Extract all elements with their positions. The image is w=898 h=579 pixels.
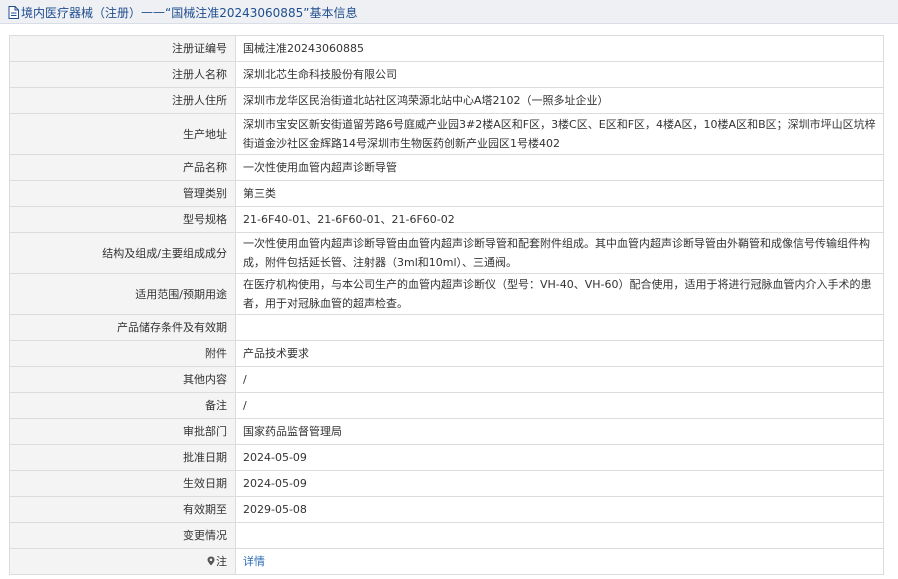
field-label: 注册证编号 (9, 35, 236, 62)
field-value: 在医疗机构使用，与本公司生产的血管内超声诊断仪（型号：VH-40、VH-60）配… (235, 273, 884, 315)
header-title: 境内医疗器械（注册） —— “国械注准20243060885” 基本信息 (8, 4, 357, 20)
field-value: 第三类 (235, 180, 884, 207)
note-value-cell: 详情 (235, 548, 884, 575)
field-value: 一次性使用血管内超声诊断导管 (235, 154, 884, 181)
field-value: 深圳市宝安区新安街道留芳路6号庭威产业园3#2楼A区和F区，3楼C区、E区和F区… (235, 113, 884, 155)
table-row: 产品名称 一次性使用血管内超声诊断导管 (9, 154, 884, 181)
field-label: 备注 (9, 392, 236, 419)
field-value: 国家药品监督管理局 (235, 418, 884, 445)
field-value: / (235, 392, 884, 419)
field-value: 2024-05-09 (235, 444, 884, 471)
field-label: 生产地址 (9, 113, 236, 155)
field-label: 产品储存条件及有效期 (9, 314, 236, 341)
field-label: 变更情况 (9, 522, 236, 549)
field-value: 2029-05-08 (235, 496, 884, 523)
table-row: 注册证编号 国械注准20243060885 (9, 35, 884, 62)
field-value: 国械注准20243060885 (235, 35, 884, 62)
table-row: 适用范围/预期用途 在医疗机构使用，与本公司生产的血管内超声诊断仪（型号：VH-… (9, 273, 884, 315)
note-label: 注 (216, 555, 227, 568)
table-row-note: 注 详情 (9, 548, 884, 575)
field-label: 批准日期 (9, 444, 236, 471)
field-label: 生效日期 (9, 470, 236, 497)
field-label: 产品名称 (9, 154, 236, 181)
record-title: “国械注准20243060885” (165, 5, 310, 20)
field-label: 适用范围/预期用途 (9, 273, 236, 315)
field-label: 其他内容 (9, 366, 236, 393)
table-row: 备注 / (9, 392, 884, 419)
table-row: 管理类别 第三类 (9, 180, 884, 207)
basic-info-table: 注册证编号 国械注准20243060885 注册人名称 深圳北芯生命科技股份有限… (9, 35, 884, 575)
breadcrumb-category: 境内医疗器械（注册） (21, 5, 142, 20)
table-row: 批准日期 2024-05-09 (9, 444, 884, 471)
table-row: 有效期至 2029-05-08 (9, 496, 884, 523)
title-suffix: 基本信息 (309, 5, 358, 20)
table-row: 注册人住所 深圳市龙华区民治街道北站社区鸿荣源北站中心A塔2102（一照多址企业… (9, 87, 884, 114)
field-value: 2024-05-09 (235, 470, 884, 497)
table-row: 审批部门 国家药品监督管理局 (9, 418, 884, 445)
field-value: 深圳北芯生命科技股份有限公司 (235, 61, 884, 88)
field-label: 型号规格 (9, 206, 236, 233)
field-label: 结构及组成/主要组成成分 (9, 232, 236, 274)
field-label: 管理类别 (9, 180, 236, 207)
field-value: 21-6F40-01、21-6F60-01、21-6F60-02 (235, 206, 884, 233)
field-value (235, 522, 884, 549)
field-value: / (235, 366, 884, 393)
details-link[interactable]: 详情 (243, 555, 265, 568)
field-value (235, 314, 884, 341)
table-row: 型号规格 21-6F40-01、21-6F60-01、21-6F60-02 (9, 206, 884, 233)
table-row: 结构及组成/主要组成成分 一次性使用血管内超声诊断导管由血管内超声诊断导管和配套… (9, 232, 884, 274)
field-value: 深圳市龙华区民治街道北站社区鸿荣源北站中心A塔2102（一照多址企业） (235, 87, 884, 114)
field-value: 一次性使用血管内超声诊断导管由血管内超声诊断导管和配套附件组成。其中血管内超声诊… (235, 232, 884, 274)
location-pin-icon (207, 553, 215, 566)
note-label-cell: 注 (9, 548, 236, 575)
field-label: 有效期至 (9, 496, 236, 523)
table-row: 生产地址 深圳市宝安区新安街道留芳路6号庭威产业园3#2楼A区和F区，3楼C区、… (9, 113, 884, 155)
table-row: 附件 产品技术要求 (9, 340, 884, 367)
breadcrumb-separator: —— (141, 5, 166, 19)
document-icon (8, 5, 19, 19)
page-header: 境内医疗器械（注册） —— “国械注准20243060885” 基本信息 (0, 0, 898, 24)
field-label: 审批部门 (9, 418, 236, 445)
table-row: 其他内容 / (9, 366, 884, 393)
table-row: 注册人名称 深圳北芯生命科技股份有限公司 (9, 61, 884, 88)
field-value: 产品技术要求 (235, 340, 884, 367)
field-label: 附件 (9, 340, 236, 367)
table-row: 生效日期 2024-05-09 (9, 470, 884, 497)
info-table-container: 注册证编号 国械注准20243060885 注册人名称 深圳北芯生命科技股份有限… (9, 35, 884, 575)
table-row: 产品储存条件及有效期 (9, 314, 884, 341)
table-row: 变更情况 (9, 522, 884, 549)
field-label: 注册人名称 (9, 61, 236, 88)
field-label: 注册人住所 (9, 87, 236, 114)
